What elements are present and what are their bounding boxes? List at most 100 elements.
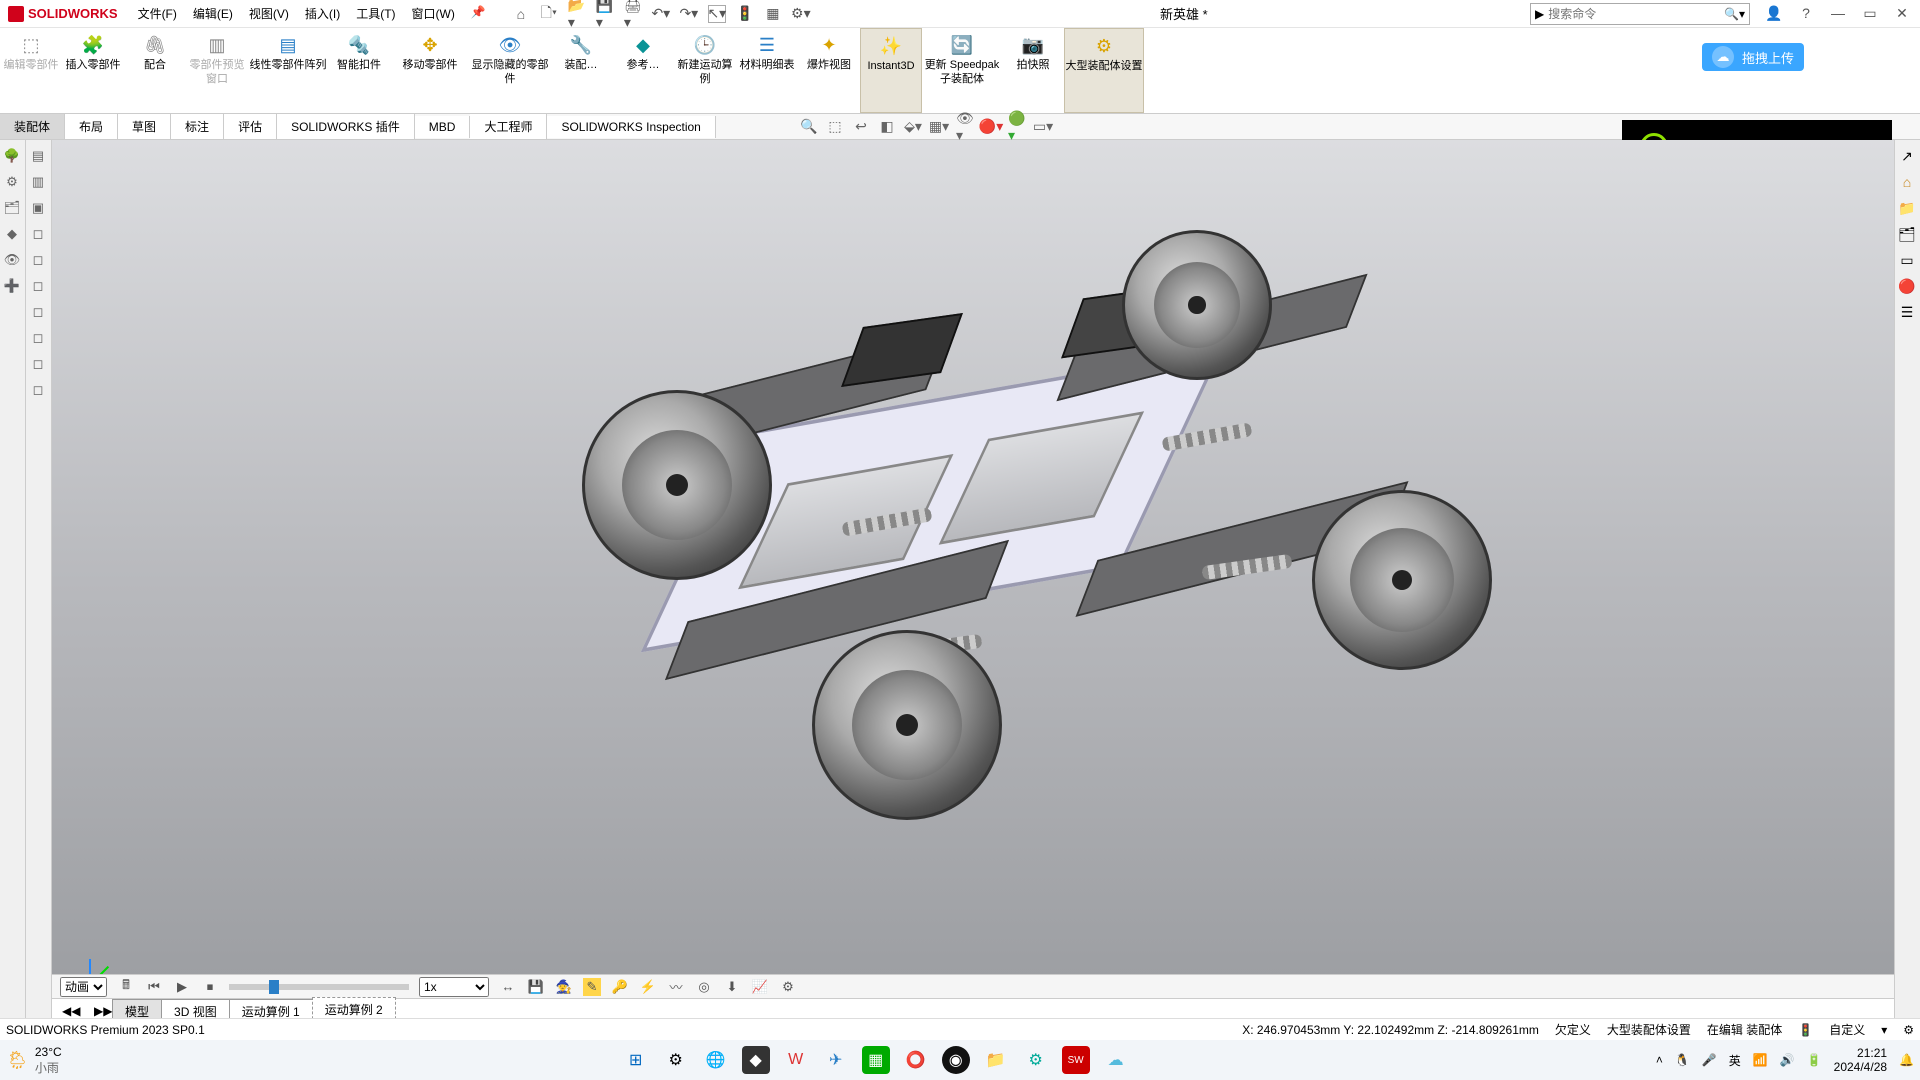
motor-icon[interactable]: ⚡	[639, 978, 657, 996]
add-key-icon[interactable]: 🔑	[611, 978, 629, 996]
tab-addins[interactable]: SOLIDWORKS 插件	[277, 114, 415, 139]
steam-icon[interactable]: ◉	[942, 1046, 970, 1074]
tray-clock[interactable]: 21:21 2024/4/28	[1834, 1046, 1887, 1074]
menu-insert[interactable]: 插入(I)	[299, 3, 346, 24]
solidworks-app-icon[interactable]: SW	[1062, 1046, 1090, 1074]
calculate-icon[interactable]: 🖩	[117, 978, 135, 996]
wps-icon[interactable]: W	[782, 1046, 810, 1074]
cmd-reference[interactable]: ◆参考…	[612, 28, 674, 113]
zoom-area-icon[interactable]: ⬚	[826, 118, 844, 136]
taskpane-explorer-icon[interactable]: 🗂	[1897, 224, 1917, 244]
maximize-icon[interactable]: ▭	[1860, 5, 1880, 22]
help-icon[interactable]: ?	[1796, 5, 1816, 22]
taskpane-home-icon[interactable]: ⌂	[1897, 172, 1917, 192]
tab-layout[interactable]: 布局	[65, 114, 118, 139]
app2-icon[interactable]: ✈	[822, 1046, 850, 1074]
gravity-icon[interactable]: ⬇	[723, 978, 741, 996]
key-icon[interactable]: ✎	[583, 978, 601, 996]
app5-icon[interactable]: ⚙	[1022, 1046, 1050, 1074]
menu-file[interactable]: 文件(F)	[132, 3, 183, 24]
flat-icon[interactable]: ◻	[28, 276, 48, 296]
group-icon[interactable]: ◻	[28, 302, 48, 322]
menu-edit[interactable]: 编辑(E)	[187, 3, 239, 24]
tab-evaluate[interactable]: 评估	[224, 114, 277, 139]
app3-icon[interactable]: ▦	[862, 1046, 890, 1074]
undo-icon[interactable]: ↶▾	[652, 5, 670, 23]
app4-icon[interactable]: ⭕	[902, 1046, 930, 1074]
tray-volume-icon[interactable]: 🔊	[1780, 1053, 1795, 1067]
tray-notifications-icon[interactable]: 🔔	[1899, 1053, 1914, 1067]
graphics-viewport[interactable]: 动画 🖩 ⏮ ▶ ⏹ 1x ↔ 💾 🧙 ✎ 🔑 ⚡ 〰 ◎ ⬇ 📈 ⚙ ◀◀ ▶…	[52, 140, 1920, 1022]
tab-mbd[interactable]: MBD	[415, 116, 471, 138]
new-icon[interactable]: 🗋▾	[540, 5, 558, 23]
status-units-icon[interactable]: ⚙	[1903, 1023, 1914, 1037]
tray-qq-icon[interactable]: 🐧	[1675, 1053, 1690, 1067]
home-icon[interactable]: ⌂	[512, 5, 530, 23]
play-start-icon[interactable]: ⏮	[145, 978, 163, 996]
search-icon[interactable]: 🔍▾	[1724, 7, 1745, 21]
cmd-snapshot[interactable]: 📷拍快照	[1002, 28, 1064, 113]
tray-battery-icon[interactable]: 🔋	[1807, 1053, 1822, 1067]
tab-nav-next-icon[interactable]: ▶▶	[94, 1004, 112, 1018]
display-style-icon[interactable]: ▦▾	[930, 118, 948, 136]
status-custom[interactable]: 自定义	[1829, 1021, 1865, 1038]
user-icon[interactable]: 👤	[1764, 5, 1784, 22]
contact-icon[interactable]: ◎	[695, 978, 713, 996]
cmd-insert-parts[interactable]: 🧩插入零部件	[62, 28, 124, 113]
section-view-icon[interactable]: ◧	[878, 118, 896, 136]
print-icon[interactable]: 🖨▾	[624, 5, 642, 23]
app-icon[interactable]: ◆	[742, 1046, 770, 1074]
cmd-show-hidden[interactable]: 👁显示隐藏的零部件	[470, 28, 550, 113]
motion-mode-select[interactable]: 动画	[60, 977, 107, 997]
status-rebuild-icon[interactable]: 🚦	[1798, 1023, 1813, 1037]
appearance-icon[interactable]: 🔴▾	[982, 118, 1000, 136]
tab-engineer[interactable]: 大工程师	[470, 114, 547, 139]
fm-plus-icon[interactable]: ➕	[2, 276, 22, 296]
timeline-slider[interactable]	[229, 984, 409, 990]
taskpane-top-icon[interactable]: ↗	[1897, 146, 1917, 166]
save-icon[interactable]: 💾▾	[596, 5, 614, 23]
fm-property-icon[interactable]: ⚙	[2, 172, 22, 192]
slider-thumb[interactable]	[269, 980, 279, 994]
select-icon[interactable]: ↖▾	[708, 5, 726, 23]
command-search[interactable]: ▶ 🔍▾	[1530, 3, 1750, 25]
settings-icon[interactable]: ⚙▾	[792, 5, 810, 23]
edge-icon[interactable]: 🌐	[702, 1046, 730, 1074]
recorder-app-icon[interactable]: ☁	[1102, 1046, 1130, 1074]
close-icon[interactable]: ✕	[1892, 5, 1912, 22]
stop-icon[interactable]: ⏹	[201, 978, 219, 996]
cmd-edit-part[interactable]: ⬚编辑零部件	[0, 28, 62, 113]
redo-icon[interactable]: ↷▾	[680, 5, 698, 23]
cmd-preview-window[interactable]: ▥零部件预览窗口	[186, 28, 248, 113]
cmd-exploded[interactable]: ✦爆炸视图	[798, 28, 860, 113]
taskbar-weather[interactable]: 🌦 23°C 小雨	[6, 1045, 62, 1076]
tab-inspection[interactable]: SOLIDWORKS Inspection	[547, 116, 715, 138]
settings-app-icon[interactable]: ⚙	[662, 1046, 690, 1074]
tab-assembly[interactable]: 装配体	[0, 114, 65, 139]
view-orient-icon[interactable]: ⬙▾	[904, 118, 922, 136]
menu-pin-icon[interactable]: 📌	[465, 3, 492, 24]
tray-mic-icon[interactable]: 🎤	[1702, 1053, 1717, 1067]
motion-settings-icon[interactable]: ⚙	[779, 978, 797, 996]
options-icon[interactable]: ▦	[764, 5, 782, 23]
search-input[interactable]	[1548, 7, 1720, 21]
tray-chevron-icon[interactable]: ˄	[1656, 1053, 1663, 1067]
save-anim-icon[interactable]: 💾	[527, 978, 545, 996]
status-large-assembly[interactable]: 大型装配体设置	[1607, 1021, 1691, 1038]
minimize-icon[interactable]: —	[1828, 5, 1848, 22]
prev-view-icon[interactable]: ↩	[852, 118, 870, 136]
menu-window[interactable]: 窗口(W)	[406, 3, 461, 24]
tray-wifi-icon[interactable]: 📶	[1753, 1053, 1768, 1067]
loop-icon[interactable]: ↔	[499, 978, 517, 996]
results-icon[interactable]: 📈	[751, 978, 769, 996]
cmd-mate[interactable]: 🖇配合	[124, 28, 186, 113]
sort-icon[interactable]: ◻	[28, 328, 48, 348]
history-icon[interactable]: ◻	[28, 380, 48, 400]
view-settings-icon[interactable]: ▭▾	[1034, 118, 1052, 136]
status-dropdown-icon[interactable]: ▾	[1881, 1023, 1887, 1037]
hide-icon[interactable]: ◻	[28, 224, 48, 244]
tab-nav-prev-icon[interactable]: ◀◀	[62, 1004, 80, 1018]
taskpane-custom-icon[interactable]: ☰	[1897, 302, 1917, 322]
upload-button[interactable]: ☁ 拖拽上传	[1702, 43, 1804, 71]
cmd-update-speedpak[interactable]: 🔄更新 Speedpak 子装配体	[922, 28, 1002, 113]
